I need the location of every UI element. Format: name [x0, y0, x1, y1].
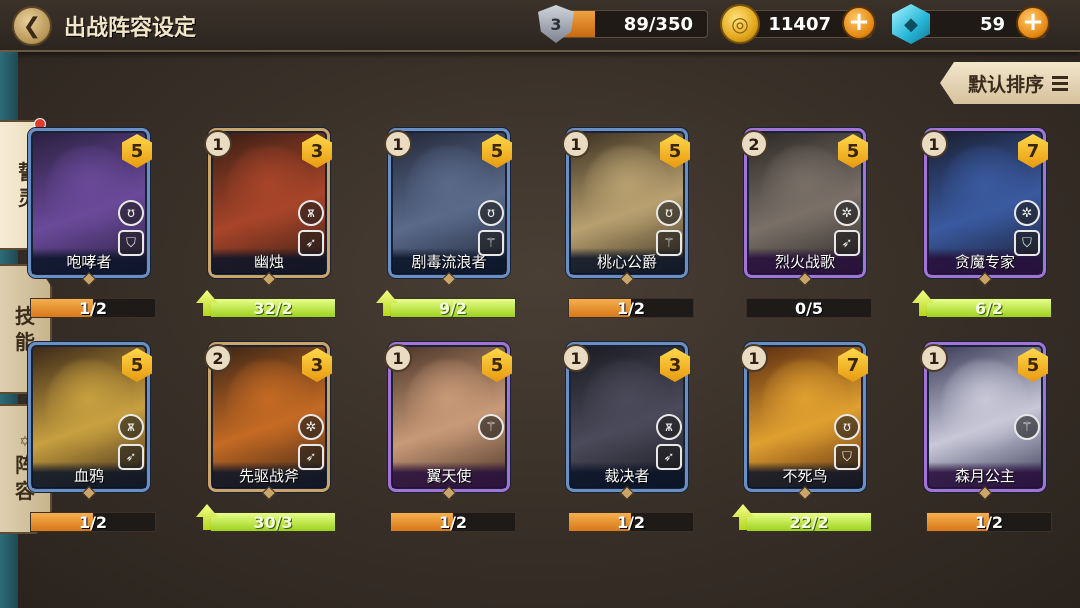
stamina-level: 3 — [550, 14, 562, 34]
lion-icon: ѫ — [656, 414, 682, 440]
page-title: 出战阵容设定 — [64, 16, 197, 41]
shard-count: 6/2 — [974, 299, 1004, 318]
copy-count-badge: 2 — [740, 130, 768, 158]
hero-card[interactable]: 桃心公爵 5 1 ʊ ⚚ — [562, 128, 690, 287]
gear-icon: ✲ — [1014, 200, 1040, 226]
shard-progress-bar: 1/2 — [30, 298, 156, 318]
staff-icon: ⚚ — [478, 230, 504, 256]
lion-icon: ѫ — [298, 200, 324, 226]
shard-count: 1/2 — [78, 513, 108, 532]
staff-icon: ⚚ — [656, 230, 682, 256]
shield-icon: ⛉ — [118, 230, 144, 256]
class-icons: ✲ ⛉ — [1012, 200, 1042, 256]
copy-count-badge: 1 — [384, 130, 412, 158]
shard-count: 30/3 — [253, 513, 293, 532]
hero-card[interactable]: 翼天使 5 1 ⚚ — [384, 342, 512, 501]
bear-icon: ʊ — [118, 200, 144, 226]
hero-card[interactable]: 贪魔专家 7 1 ✲ ⛉ — [920, 128, 1048, 287]
shard-count: 1/2 — [616, 513, 646, 532]
copy-count-badge: 1 — [204, 130, 232, 158]
hero-card[interactable]: 先驱战斧 3 2 ✲ ➶ — [204, 342, 332, 501]
menu-lines-icon — [1052, 73, 1069, 94]
hero-card[interactable]: 幽烛 3 1 ѫ ➶ — [204, 128, 332, 287]
sort-label: 默认排序 — [968, 73, 1045, 96]
hero-name: 森月公主 — [928, 462, 1042, 488]
add-gem-button[interactable]: + — [1016, 6, 1050, 40]
lion-icon: ѫ — [118, 414, 144, 440]
class-icons: ѫ ➶ — [654, 414, 684, 470]
shard-progress-bar: 32/2 — [210, 298, 336, 318]
stamina-value: 89/350 — [623, 14, 693, 35]
shard-count: 1/2 — [974, 513, 1004, 532]
top-bar: ❮ 出战阵容设定 89/350 3 11407 ◎ + 59 ◆ + — [0, 0, 1080, 52]
class-icons: ✲ ➶ — [296, 414, 326, 470]
copy-count-badge: 1 — [562, 344, 590, 372]
shard-progress-bar: 6/2 — [926, 298, 1052, 318]
copy-count-badge: 1 — [920, 344, 948, 372]
class-icons: ʊ ⚚ — [476, 200, 506, 256]
class-icons: ʊ ⛉ — [832, 414, 862, 470]
staff-icon: ⚚ — [478, 414, 504, 440]
shard-count: 22/2 — [789, 513, 829, 532]
class-icons: ⚚ — [476, 414, 506, 440]
hero-card[interactable]: 森月公主 5 1 ⚚ — [920, 342, 1048, 501]
bow-icon: ➶ — [118, 444, 144, 470]
hero-card[interactable]: 烈火战歌 5 2 ✲ ➶ — [740, 128, 868, 287]
bear-icon: ʊ — [656, 200, 682, 226]
copy-count-badge: 1 — [740, 344, 768, 372]
shield-icon: ⛉ — [1014, 230, 1040, 256]
sort-button[interactable]: 默认排序 — [940, 62, 1080, 104]
shard-progress-bar: 9/2 — [390, 298, 516, 318]
class-icons: ʊ ⚚ — [654, 200, 684, 256]
bear-icon: ʊ — [478, 200, 504, 226]
shard-count: 1/2 — [438, 513, 468, 532]
gear-icon: ✲ — [834, 200, 860, 226]
shard-progress-bar: 0/5 — [746, 298, 872, 318]
shard-progress-bar: 1/2 — [568, 512, 694, 532]
hero-name: 翼天使 — [392, 462, 506, 488]
shard-progress-bar: 1/2 — [30, 512, 156, 532]
shard-progress-bar: 1/2 — [390, 512, 516, 532]
shard-count: 1/2 — [616, 299, 646, 318]
bear-icon: ʊ — [834, 414, 860, 440]
class-icons: ѫ ➶ — [116, 414, 146, 470]
gear-icon: ✲ — [298, 414, 324, 440]
copy-count-badge: 1 — [920, 130, 948, 158]
bow-icon: ➶ — [298, 444, 324, 470]
hero-card[interactable]: 剧毒流浪者 5 1 ʊ ⚚ — [384, 128, 512, 287]
bow-icon: ➶ — [298, 230, 324, 256]
class-icons: ⚚ — [1012, 414, 1042, 440]
gold-value: 11407 — [768, 14, 831, 35]
staff-icon: ⚚ — [1014, 414, 1040, 440]
copy-count-badge: 1 — [562, 130, 590, 158]
stamina-bar: 89/350 — [556, 10, 708, 38]
hero-card[interactable]: 咆哮者 5 ʊ ⛉ — [28, 128, 152, 287]
back-button[interactable]: ❮ — [12, 6, 52, 46]
shard-progress-bar: 22/2 — [746, 512, 872, 532]
bow-icon: ➶ — [834, 230, 860, 256]
copy-count-badge: 2 — [204, 344, 232, 372]
gold-coin-icon: ◎ — [720, 4, 760, 44]
gem-value: 59 — [979, 14, 1005, 35]
shard-count: 1/2 — [78, 299, 108, 318]
copy-count-badge: 1 — [384, 344, 412, 372]
class-icons: ʊ ⛉ — [116, 200, 146, 256]
hero-card[interactable]: 血鸦 5 ѫ ➶ — [28, 342, 152, 501]
shard-progress-bar: 1/2 — [568, 298, 694, 318]
shard-progress-bar: 1/2 — [926, 512, 1052, 532]
class-icons: ✲ ➶ — [832, 200, 862, 256]
hero-card[interactable]: 不死鸟 7 1 ʊ ⛉ — [740, 342, 868, 501]
shard-progress-bar: 30/3 — [210, 512, 336, 532]
shard-count: 32/2 — [253, 299, 293, 318]
shard-count: 0/5 — [794, 299, 824, 318]
back-arrow-icon: ❮ — [22, 13, 42, 39]
add-gold-button[interactable]: + — [842, 6, 876, 40]
shard-count: 9/2 — [438, 299, 468, 318]
hero-card[interactable]: 裁决者 3 1 ѫ ➶ — [562, 342, 690, 501]
bow-icon: ➶ — [656, 444, 682, 470]
class-icons: ѫ ➶ — [296, 200, 326, 256]
shield-icon: ⛉ — [834, 444, 860, 470]
